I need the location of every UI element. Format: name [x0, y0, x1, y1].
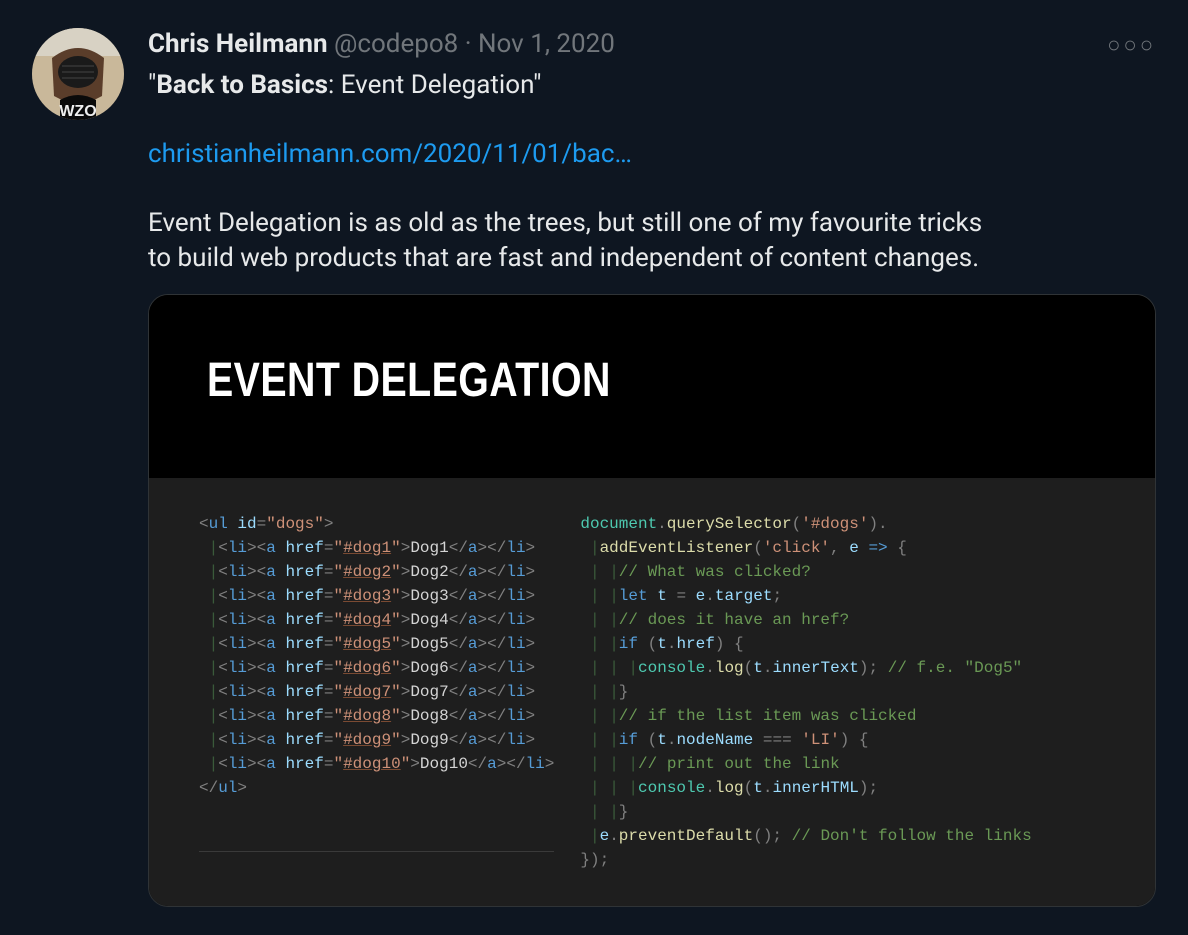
more-options-icon[interactable]: ○○○	[1095, 28, 1156, 62]
display-name: Chris Heilmann	[148, 29, 328, 59]
card-code: <ul id="dogs"> |<li><a href="#dog1">Dog1…	[149, 478, 1155, 906]
author-line[interactable]: Chris Heilmann @codepo8 · Nov 1, 2020	[148, 28, 615, 62]
separator-dot: ·	[465, 29, 478, 59]
title-bold: Back to Basics	[156, 70, 328, 100]
tweet-body: "Back to Basics: Event Delegation" chris…	[148, 68, 1156, 276]
code-js: document.querySelector('#dogs'). |addEve…	[580, 512, 1111, 872]
title-rest: : Event Delegation	[328, 70, 533, 100]
handle: @codepo8	[334, 29, 458, 59]
media-card[interactable]: EVENT DELEGATION <ul id="dogs"> |<li><a …	[148, 294, 1156, 907]
code-html: <ul id="dogs"> |<li><a href="#dog1">Dog1…	[199, 512, 554, 852]
body-line-2: to build web products that are fast and …	[148, 241, 1156, 276]
tweet: WZO Chris Heilmann @codepo8 · Nov 1, 202…	[32, 28, 1156, 907]
article-link[interactable]: christianheilmann.com/2020/11/01/bac…	[148, 139, 632, 169]
tweet-title-line: "Back to Basics: Event Delegation"	[148, 68, 1156, 103]
svg-text:WZO: WZO	[59, 103, 96, 120]
card-heading: EVENT DELEGATION	[207, 353, 937, 408]
avatar[interactable]: WZO	[32, 28, 124, 120]
post-date: Nov 1, 2020	[478, 29, 615, 59]
card-hero: EVENT DELEGATION	[149, 295, 1155, 478]
body-line-1: Event Delegation is as old as the trees,…	[148, 206, 1156, 241]
